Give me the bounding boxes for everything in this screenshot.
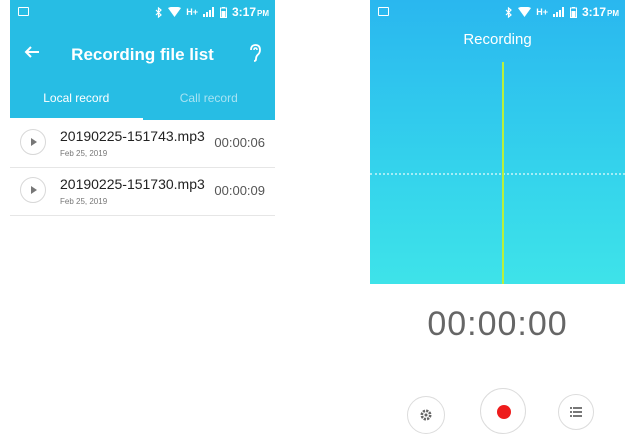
tab-local-record[interactable]: Local record	[10, 84, 143, 120]
recording-date: Feb 25, 2019	[60, 149, 108, 158]
play-icon[interactable]	[20, 129, 46, 155]
tab-call-record[interactable]: Call record	[143, 84, 276, 120]
image-notification-icon	[18, 7, 29, 16]
wifi-icon	[168, 7, 182, 17]
wifi-icon	[518, 7, 532, 17]
recording-duration: 00:00:09	[214, 183, 265, 198]
clock: 3:17PM	[231, 5, 269, 19]
signal-icon	[202, 7, 215, 17]
bluetooth-icon	[155, 6, 163, 18]
ear-icon[interactable]	[249, 44, 261, 67]
page-title: Recording file list	[71, 45, 214, 64]
recording-timer: 00:00:00	[427, 305, 568, 343]
list-item[interactable]: 20190225-151743.mp3 Feb 25, 2019 00:00:0…	[10, 120, 275, 168]
clock: 3:17PM	[581, 5, 619, 19]
battery-icon	[219, 6, 227, 18]
network-type-label: H+	[536, 7, 548, 17]
recording-date: Feb 25, 2019	[60, 197, 108, 206]
settings-button[interactable]	[407, 396, 445, 434]
waveform-panel: H+ 3:17PM Recording	[370, 0, 625, 284]
bluetooth-icon	[505, 6, 513, 18]
waveform-baseline	[370, 173, 625, 175]
recording-duration: 00:00:06	[214, 135, 265, 150]
recording-screen: H+ 3:17PM Recording 00:00:00	[370, 0, 625, 437]
recording-title: Recording	[463, 31, 532, 48]
tab-bar: Local record Call record	[10, 84, 275, 120]
signal-icon	[552, 7, 565, 17]
recording-filename: 20190225-151730.mp3	[60, 176, 205, 192]
file-list-button[interactable]	[558, 394, 594, 430]
file-list-screen: H+ 3:17PM Recording file list Local reco…	[10, 0, 275, 437]
battery-icon	[569, 6, 577, 18]
list-item[interactable]: 20190225-151730.mp3 Feb 25, 2019 00:00:0…	[10, 168, 275, 216]
recording-filename: 20190225-151743.mp3	[60, 128, 205, 144]
status-bar: H+ 3:17PM	[10, 0, 275, 26]
record-button[interactable]	[480, 388, 526, 434]
status-bar: H+ 3:17PM	[370, 0, 625, 26]
play-icon[interactable]	[20, 177, 46, 203]
network-type-label: H+	[186, 7, 198, 17]
recording-list: 20190225-151743.mp3 Feb 25, 2019 00:00:0…	[10, 120, 275, 216]
image-notification-icon	[378, 7, 389, 16]
playhead-marker	[502, 62, 504, 284]
app-bar: H+ 3:17PM Recording file list Local reco…	[10, 0, 275, 120]
